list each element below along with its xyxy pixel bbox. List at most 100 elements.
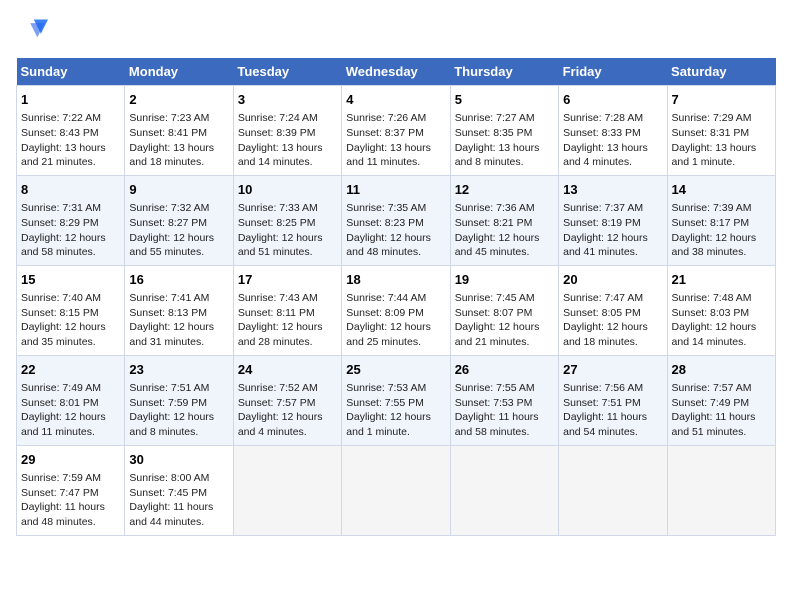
day-info: Sunset: 8:01 PM <box>21 396 120 411</box>
day-info: Daylight: 13 hours <box>238 141 337 156</box>
calendar-cell: 10Sunrise: 7:33 AMSunset: 8:25 PMDayligh… <box>233 175 341 265</box>
day-number: 28 <box>672 361 771 379</box>
day-info: and 1 minute. <box>346 425 445 440</box>
day-number: 17 <box>238 271 337 289</box>
day-info: and 51 minutes. <box>238 245 337 260</box>
day-info: Daylight: 12 hours <box>672 320 771 335</box>
day-info: and 4 minutes. <box>238 425 337 440</box>
calendar-cell: 19Sunrise: 7:45 AMSunset: 8:07 PMDayligh… <box>450 265 558 355</box>
day-info: and 28 minutes. <box>238 335 337 350</box>
day-number: 25 <box>346 361 445 379</box>
day-info: Daylight: 12 hours <box>21 320 120 335</box>
calendar-cell: 18Sunrise: 7:44 AMSunset: 8:09 PMDayligh… <box>342 265 450 355</box>
day-number: 21 <box>672 271 771 289</box>
calendar-cell: 4Sunrise: 7:26 AMSunset: 8:37 PMDaylight… <box>342 86 450 176</box>
day-number: 7 <box>672 91 771 109</box>
day-number: 15 <box>21 271 120 289</box>
calendar-cell: 23Sunrise: 7:51 AMSunset: 7:59 PMDayligh… <box>125 355 233 445</box>
day-info: Sunset: 8:17 PM <box>672 216 771 231</box>
calendar-row: 29Sunrise: 7:59 AMSunset: 7:47 PMDayligh… <box>17 445 776 535</box>
calendar-cell: 13Sunrise: 7:37 AMSunset: 8:19 PMDayligh… <box>559 175 667 265</box>
day-info: and 21 minutes. <box>455 335 554 350</box>
calendar-cell: 27Sunrise: 7:56 AMSunset: 7:51 PMDayligh… <box>559 355 667 445</box>
day-number: 2 <box>129 91 228 109</box>
day-info: Sunrise: 7:53 AM <box>346 381 445 396</box>
calendar-cell: 6Sunrise: 7:28 AMSunset: 8:33 PMDaylight… <box>559 86 667 176</box>
day-info: Sunset: 7:55 PM <box>346 396 445 411</box>
day-info: Daylight: 12 hours <box>238 410 337 425</box>
day-info: Sunset: 8:11 PM <box>238 306 337 321</box>
calendar-row: 1 Sunrise: 7:22 AMSunset: 8:43 PM Daylight… <box>17 86 776 176</box>
calendar-cell <box>450 445 558 535</box>
calendar-cell: 29Sunrise: 7:59 AMSunset: 7:47 PMDayligh… <box>17 445 125 535</box>
day-info: and 11 minutes. <box>346 155 445 170</box>
day-info: Sunrise: 7:57 AM <box>672 381 771 396</box>
col-header-saturday: Saturday <box>667 58 775 86</box>
day-info: Sunset: 8:25 PM <box>238 216 337 231</box>
day-number: 22 <box>21 361 120 379</box>
day-info: Daylight: 13 hours <box>672 141 771 156</box>
day-info: Daylight: 12 hours <box>563 231 662 246</box>
day-info: Sunrise: 7:51 AM <box>129 381 228 396</box>
day-info: and 35 minutes. <box>21 335 120 350</box>
day-number: 5 <box>455 91 554 109</box>
day-info: Sunset: 8:03 PM <box>672 306 771 321</box>
day-number: 13 <box>563 181 662 199</box>
day-info: Daylight: 12 hours <box>238 320 337 335</box>
day-number: 30 <box>129 451 228 469</box>
logo-icon <box>16 16 48 48</box>
day-info: Sunrise: 7:44 AM <box>346 291 445 306</box>
day-info: Sunrise: 7:22 AM <box>21 111 120 126</box>
col-header-thursday: Thursday <box>450 58 558 86</box>
day-info: Sunrise: 7:35 AM <box>346 201 445 216</box>
day-info: and 55 minutes. <box>129 245 228 260</box>
day-info: Daylight: 12 hours <box>346 231 445 246</box>
calendar-cell: 30Sunrise: 8:00 AMSunset: 7:45 PMDayligh… <box>125 445 233 535</box>
day-info: Sunrise: 7:56 AM <box>563 381 662 396</box>
day-info: Daylight: 12 hours <box>455 231 554 246</box>
calendar-row: 8Sunrise: 7:31 AMSunset: 8:29 PMDaylight… <box>17 175 776 265</box>
day-number: 11 <box>346 181 445 199</box>
day-number: 24 <box>238 361 337 379</box>
day-info: Sunrise: 7:59 AM <box>21 471 120 486</box>
day-info: Sunrise: 7:45 AM <box>455 291 554 306</box>
day-info: and 44 minutes. <box>129 515 228 530</box>
day-info: Sunset: 8:23 PM <box>346 216 445 231</box>
day-info: Daylight: 12 hours <box>129 410 228 425</box>
col-header-sunday: Sunday <box>17 58 125 86</box>
day-info: Sunset: 8:13 PM <box>129 306 228 321</box>
day-info: Sunset: 8:19 PM <box>563 216 662 231</box>
day-info: Daylight: 11 hours <box>129 500 228 515</box>
day-info: Daylight: 11 hours <box>672 410 771 425</box>
day-info: Sunset: 8:43 PM <box>21 126 120 141</box>
day-info: Sunrise: 7:41 AM <box>129 291 228 306</box>
day-info: Sunrise: 7:48 AM <box>672 291 771 306</box>
day-info: and 45 minutes. <box>455 245 554 260</box>
calendar-cell: 22Sunrise: 7:49 AMSunset: 8:01 PMDayligh… <box>17 355 125 445</box>
day-info: Sunset: 8:07 PM <box>455 306 554 321</box>
day-info: Sunrise: 7:23 AM <box>129 111 228 126</box>
day-info: and 58 minutes. <box>21 245 120 260</box>
day-number: 23 <box>129 361 228 379</box>
day-info: Sunrise: 7:43 AM <box>238 291 337 306</box>
day-number: 12 <box>455 181 554 199</box>
day-info: Daylight: 11 hours <box>21 500 120 515</box>
day-info: Daylight: 11 hours <box>563 410 662 425</box>
day-number: 1 <box>21 91 120 109</box>
calendar-cell: 21 Sunrise: 7:48 AMSunset: 8:03 PMDayligh… <box>667 265 775 355</box>
day-info: Sunset: 8:15 PM <box>21 306 120 321</box>
day-info: Sunset: 8:09 PM <box>346 306 445 321</box>
day-info: and 14 minutes. <box>672 335 771 350</box>
calendar-cell <box>667 445 775 535</box>
day-info: Daylight: 12 hours <box>346 410 445 425</box>
day-info: Sunrise: 7:36 AM <box>455 201 554 216</box>
day-info: and 18 minutes. <box>129 155 228 170</box>
day-info: and 48 minutes. <box>21 515 120 530</box>
day-info: Sunset: 7:57 PM <box>238 396 337 411</box>
day-info: Sunrise: 7:32 AM <box>129 201 228 216</box>
day-number: 29 <box>21 451 120 469</box>
day-info: Daylight: 12 hours <box>455 320 554 335</box>
day-info: Sunset: 7:51 PM <box>563 396 662 411</box>
day-info: Sunset: 8:27 PM <box>129 216 228 231</box>
day-info: Sunrise: 7:33 AM <box>238 201 337 216</box>
